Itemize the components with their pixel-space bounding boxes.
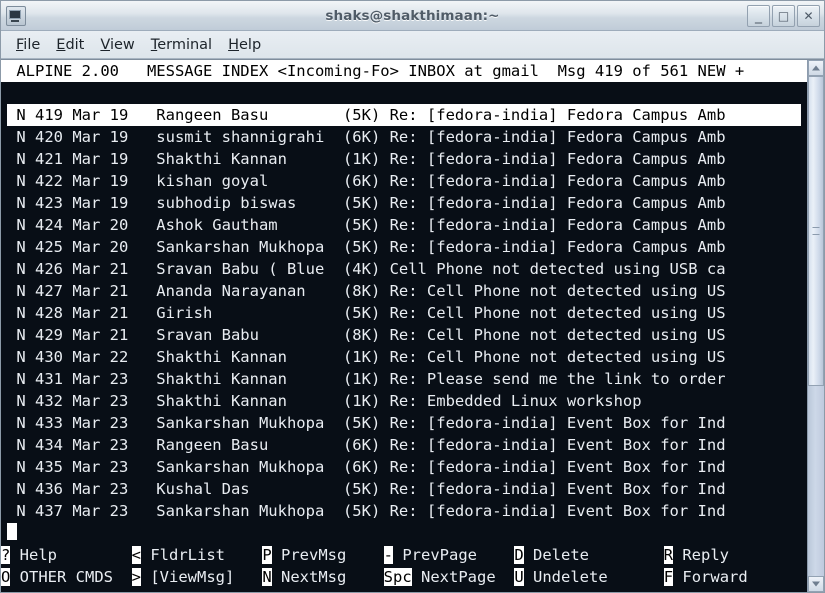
message-index-list[interactable]: N 419 Mar 19 Rangeen Basu (5K) Re: [fedo… <box>7 104 807 522</box>
command-label: Delete <box>523 546 590 564</box>
message-row[interactable]: N 433 Mar 23 Sankarshan Mukhopa (5K) Re:… <box>7 412 807 434</box>
message-row[interactable]: N 423 Mar 19 subhodip biswas (5K) Re: [f… <box>7 192 807 214</box>
command-key[interactable]: ? <box>1 546 11 564</box>
text-cursor <box>7 523 17 540</box>
terminal-area: ALPINE 2.00 MESSAGE INDEX <Incoming-Fo> … <box>1 59 824 592</box>
message-row[interactable]: N 422 Mar 19 kishan goyal (6K) Re: [fedo… <box>7 170 807 192</box>
command-label: NextPage <box>411 568 496 586</box>
command-label: Undelete <box>523 568 608 586</box>
menu-item-file[interactable]: File <box>8 35 48 55</box>
command-row-1[interactable]: ? Help < FldrList P PrevMsg - PrevPage D… <box>1 544 807 566</box>
command-label: PrevMsg <box>271 546 347 564</box>
message-row[interactable]: N 425 Mar 20 Sankarshan Mukhopa (5K) Re:… <box>7 236 807 258</box>
alpine-status-line: ALPINE 2.00 MESSAGE INDEX <Incoming-Fo> … <box>1 60 807 82</box>
terminal-icon <box>6 5 26 26</box>
window-titlebar[interactable]: shaks@shakthimaan:~ _ □ ✕ <box>1 1 824 31</box>
command-key[interactable]: R <box>663 546 674 564</box>
menu-mnemonic: E <box>56 36 66 53</box>
command-key[interactable]: O <box>1 568 11 586</box>
command-key[interactable]: > <box>131 568 142 586</box>
command-label: FldrList <box>141 546 226 564</box>
menu-item-edit[interactable]: Edit <box>48 35 92 55</box>
command-label: Forward <box>673 568 748 586</box>
command-label: OTHER CMDS <box>10 568 113 586</box>
spacer-row <box>7 82 807 104</box>
menu-mnemonic: V <box>100 36 110 53</box>
message-row[interactable]: N 432 Mar 23 Shakthi Kannan (1K) Re: Emb… <box>7 390 807 412</box>
terminal-window: shaks@shakthimaan:~ _ □ ✕ File Edit View Te… <box>0 0 825 593</box>
message-row[interactable]: N 435 Mar 23 Sankarshan Mukhopa (6K) Re:… <box>7 456 807 478</box>
maximize-button[interactable]: □ <box>772 4 795 27</box>
message-row[interactable]: N 429 Mar 21 Sravan Babu (8K) Re: Cell P… <box>7 324 807 346</box>
menu-mnemonic: T <box>150 36 158 53</box>
minimize-icon: _ <box>755 7 762 24</box>
command-label: [ViewMsg] <box>141 568 235 586</box>
terminal-scrollbar[interactable] <box>807 60 824 592</box>
scrollbar-track[interactable] <box>808 76 824 576</box>
message-row[interactable]: N 434 Mar 23 Rangeen Basu (6K) Re: [fedo… <box>7 434 807 456</box>
menu-mnemonic: H <box>228 36 239 53</box>
maximize-icon: □ <box>777 8 790 23</box>
message-row[interactable]: N 426 Mar 21 Sravan Babu ( Blue (4K) Cel… <box>7 258 807 280</box>
command-label: Reply <box>673 546 730 564</box>
terminal-screen[interactable]: ALPINE 2.00 MESSAGE INDEX <Incoming-Fo> … <box>1 60 807 592</box>
scroll-up-arrow-icon[interactable] <box>808 60 824 76</box>
message-row[interactable]: N 431 Mar 23 Shakthi Kannan (1K) Re: Ple… <box>7 368 807 390</box>
window-controls: _ □ ✕ <box>747 4 820 27</box>
scrollbar-thumb[interactable] <box>808 76 824 386</box>
cursor-row <box>7 522 807 544</box>
message-row[interactable]: N 427 Mar 21 Ananda Narayanan (8K) Re: C… <box>7 280 807 302</box>
message-row[interactable]: N 428 Mar 21 Girish (5K) Re: Cell Phone … <box>7 302 807 324</box>
command-label: Help <box>10 546 58 564</box>
command-key[interactable]: < <box>131 546 142 564</box>
message-row[interactable]: N 430 Mar 22 Shakthi Kannan (1K) Re: Cel… <box>7 346 807 368</box>
close-button[interactable]: ✕ <box>797 4 820 27</box>
menu-item-help[interactable]: Help <box>220 35 269 55</box>
menu-mnemonic: F <box>16 36 24 53</box>
command-label: PrevPage <box>393 546 478 564</box>
menu-bar: File Edit View Terminal Help <box>1 31 824 59</box>
message-row[interactable]: N 421 Mar 19 Shakthi Kannan (1K) Re: [fe… <box>7 148 807 170</box>
command-key[interactable]: P <box>262 546 272 564</box>
menu-item-terminal[interactable]: Terminal <box>143 35 220 55</box>
command-label: NextMsg <box>271 568 347 586</box>
message-row[interactable]: N 436 Mar 23 Kushal Das (5K) Re: [fedora… <box>7 478 807 500</box>
command-key[interactable]: F <box>663 568 674 586</box>
command-key[interactable]: N <box>262 568 272 586</box>
minimize-button[interactable]: _ <box>747 4 770 27</box>
command-row-2[interactable]: O OTHER CMDS > [ViewMsg] N NextMsg Spc N… <box>1 566 807 588</box>
command-key[interactable]: D <box>514 546 524 564</box>
message-row[interactable]: N 424 Mar 20 Ashok Gautham (5K) Re: [fed… <box>7 214 807 236</box>
scroll-down-arrow-icon[interactable] <box>808 576 824 592</box>
message-row[interactable]: N 420 Mar 19 susmit shannigrahi (6K) Re:… <box>7 126 807 148</box>
command-key[interactable]: Spc <box>383 568 412 586</box>
command-key[interactable]: U <box>514 568 524 586</box>
command-key[interactable]: - <box>383 546 394 564</box>
window-title: shaks@shakthimaan:~ <box>325 7 500 24</box>
close-icon: ✕ <box>803 8 814 23</box>
message-row[interactable]: N 437 Mar 23 Sankarshan Mukhopa (5K) Re:… <box>7 500 807 522</box>
message-row[interactable]: N 419 Mar 19 Rangeen Basu (5K) Re: [fedo… <box>7 104 801 126</box>
menu-item-view[interactable]: View <box>92 35 142 55</box>
